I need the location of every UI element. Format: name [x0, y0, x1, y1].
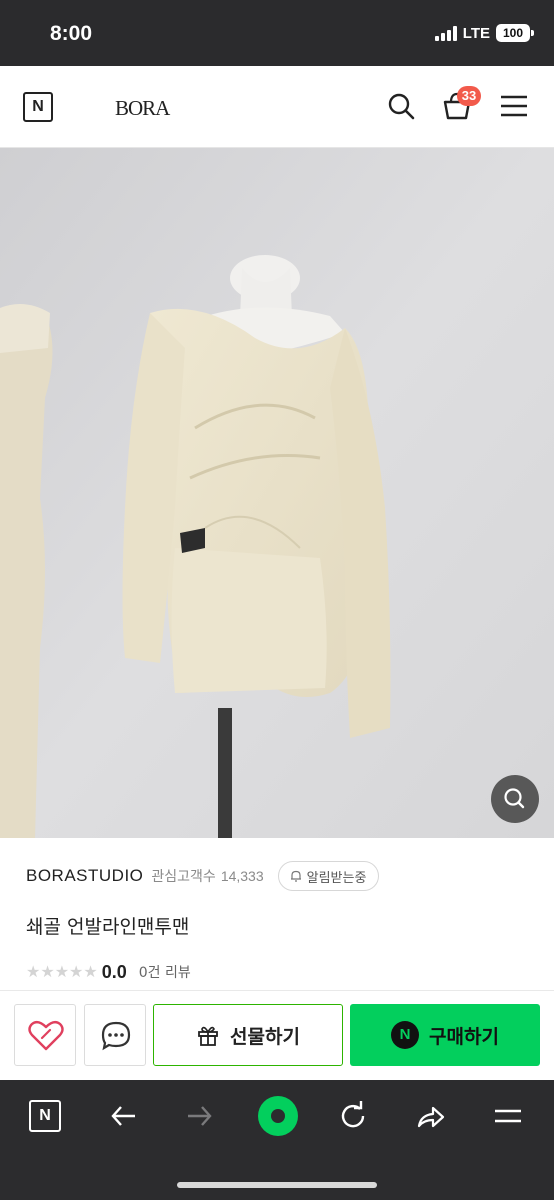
- browser-menu-button[interactable]: [488, 1096, 528, 1136]
- magnifier-icon: [504, 788, 525, 809]
- star-icon: ★: [54, 962, 70, 981]
- hamburger-menu-icon: [501, 95, 527, 117]
- hamburger-menu-button[interactable]: [496, 88, 532, 124]
- interest-label: 관심고객수: [151, 869, 216, 885]
- brand-logo[interactable]: BORA: [115, 96, 170, 121]
- reload-button[interactable]: [333, 1096, 373, 1136]
- reload-icon: [341, 1101, 365, 1128]
- naverpay-icon: N: [391, 1021, 420, 1049]
- gift-button[interactable]: 선물하기: [153, 1004, 343, 1066]
- search-button[interactable]: [383, 88, 419, 124]
- rating-stars: ★ ★ ★ ★ ★: [26, 964, 98, 980]
- battery-icon: 100: [496, 24, 534, 42]
- rating-row[interactable]: ★ ★ ★ ★ ★ 0.0 0건 리뷰: [26, 960, 191, 984]
- forward-button[interactable]: [180, 1096, 220, 1136]
- cart-count-badge: 33: [457, 86, 481, 106]
- shop-name[interactable]: BORASTUDIO: [26, 866, 143, 886]
- status-time: 8:00: [50, 22, 93, 45]
- cellular-signal-icon: [434, 25, 457, 41]
- product-image[interactable]: [0, 148, 554, 838]
- buy-label: 구매하기: [429, 1025, 499, 1048]
- forward-arrow-icon: [188, 1106, 212, 1126]
- heart-icon: [28, 1020, 64, 1051]
- notify-button[interactable]: 알림받는중: [277, 861, 380, 891]
- wishlist-button[interactable]: [14, 1004, 76, 1066]
- home-indicator[interactable]: [177, 1182, 377, 1188]
- star-icon: ★: [83, 962, 98, 981]
- bell-icon: [290, 870, 301, 882]
- star-icon: ★: [40, 962, 55, 981]
- browser-home-button[interactable]: N: [25, 1096, 65, 1136]
- status-indicators: LTE 100: [434, 24, 534, 42]
- search-icon: [388, 93, 415, 120]
- shop-info-row: BORASTUDIO 관심고객수 14,333 알림받는중: [26, 860, 380, 892]
- menu-icon: [495, 1109, 521, 1123]
- chat-bubble-icon: [101, 1021, 131, 1051]
- star-icon: ★: [69, 962, 84, 981]
- naver-home-logo[interactable]: N: [23, 92, 53, 122]
- product-title: 쇄골 언발라인맨투맨: [26, 916, 190, 938]
- network-type: LTE: [462, 24, 490, 42]
- buy-button[interactable]: N 구매하기: [350, 1004, 540, 1066]
- zoom-button[interactable]: [491, 775, 539, 823]
- purchase-action-bar: 선물하기 N 구매하기: [0, 990, 554, 1080]
- rating-value: 0.0: [101, 961, 127, 982]
- status-bar: 8:00 LTE 100: [0, 0, 554, 66]
- share-icon: [417, 1106, 445, 1128]
- app-header: N BORA 33: [0, 66, 554, 148]
- share-button[interactable]: [410, 1096, 450, 1136]
- green-dot-button[interactable]: [254, 1092, 302, 1140]
- gift-label: 선물하기: [230, 1025, 300, 1048]
- gift-icon: [198, 1026, 218, 1046]
- naver-home-icon: N: [29, 1100, 61, 1132]
- talktalk-button[interactable]: [84, 1004, 146, 1066]
- interest-count: 14,333: [220, 868, 264, 884]
- green-dot-icon: [258, 1096, 298, 1136]
- cart-button[interactable]: 33: [439, 86, 481, 124]
- notify-label: 알림받는중: [306, 870, 367, 886]
- back-arrow-icon: [111, 1106, 135, 1126]
- review-count: 0건 리뷰: [138, 965, 191, 981]
- back-button[interactable]: [103, 1096, 143, 1136]
- product-photo: [0, 148, 554, 838]
- star-icon: ★: [26, 962, 41, 981]
